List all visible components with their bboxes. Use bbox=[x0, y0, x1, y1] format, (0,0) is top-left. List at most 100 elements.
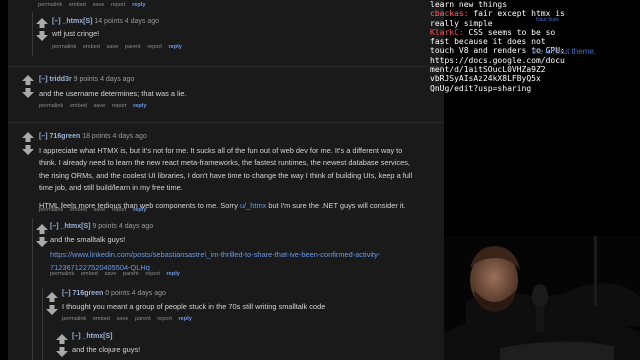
report-link[interactable]: report bbox=[111, 2, 126, 8]
chat-username: cbackas: bbox=[430, 9, 469, 19]
reply-link[interactable]: reply bbox=[169, 44, 182, 50]
downvote-arrow-icon[interactable] bbox=[22, 88, 34, 98]
thread-line bbox=[32, 218, 33, 360]
vote-arrows bbox=[56, 334, 70, 357]
vote-arrows bbox=[22, 132, 36, 155]
downvote-arrow-icon[interactable] bbox=[36, 237, 48, 247]
reply-link[interactable]: reply bbox=[167, 271, 180, 277]
permalink-link[interactable]: permalink bbox=[39, 207, 63, 213]
report-link[interactable]: report bbox=[112, 207, 127, 213]
report-link[interactable]: report bbox=[157, 316, 172, 322]
embed-link[interactable]: embed bbox=[69, 2, 86, 8]
external-link[interactable]: https://www.linkedin.com/posts/sebastian… bbox=[50, 249, 380, 261]
downvote-arrow-icon[interactable] bbox=[22, 145, 34, 155]
embed-link[interactable]: embed bbox=[93, 316, 110, 322]
reply-link[interactable]: reply bbox=[132, 2, 145, 8]
comment-body-line: I appreciate what HTMX is, but it's not … bbox=[39, 146, 403, 155]
chat-line: https://docs.google.com/docu bbox=[430, 55, 565, 65]
chat-line: ment/d/1aitSOucL0VHZa9Z2 bbox=[430, 65, 546, 75]
stream-chat-overlay: learn new things cbackas: fair except ht… bbox=[426, 0, 640, 100]
permalink-link[interactable]: permalink bbox=[39, 103, 63, 109]
chat-line: learn new things bbox=[430, 0, 508, 9]
reply-link[interactable]: reply bbox=[179, 316, 192, 322]
chat-text: CSS seems to be so bbox=[463, 27, 556, 37]
save-link[interactable]: save bbox=[104, 271, 116, 277]
embed-link[interactable]: embed bbox=[70, 103, 87, 109]
save-link[interactable]: save bbox=[92, 2, 104, 8]
report-link[interactable]: report bbox=[145, 271, 160, 277]
downvote-arrow-icon[interactable] bbox=[36, 31, 48, 41]
comment-author[interactable]: [–] _htmx[S] bbox=[72, 333, 112, 340]
comment-author[interactable]: [–] _htmx[S] bbox=[50, 223, 90, 230]
embed-link[interactable]: embed bbox=[83, 44, 100, 50]
user-mention-link[interactable]: u/_htmx bbox=[240, 201, 266, 210]
comment-tagline: [–] _htmx[S] 14 points 4 days ago bbox=[52, 18, 159, 25]
upvote-arrow-icon[interactable] bbox=[22, 75, 34, 85]
upvote-arrow-icon[interactable] bbox=[36, 18, 48, 28]
chat-message: cbackas: fair except htmx is bbox=[426, 9, 640, 18]
downvote-arrow-icon[interactable] bbox=[56, 347, 68, 357]
upvote-arrow-icon[interactable] bbox=[46, 292, 58, 302]
comment-tridd3r: [–] tridd3r 9 points 4 days ago and the … bbox=[8, 66, 444, 109]
comment-author[interactable]: [–] 716green bbox=[62, 290, 103, 297]
save-link[interactable]: save bbox=[106, 44, 118, 50]
reply-link[interactable]: reply bbox=[133, 207, 146, 213]
report-link[interactable]: report bbox=[147, 44, 162, 50]
comment-716green: [–] 716green 18 points 4 days ago I appr… bbox=[8, 122, 444, 213]
upvote-arrow-icon[interactable] bbox=[56, 334, 68, 344]
parent-link[interactable]: parent bbox=[123, 271, 139, 277]
comment-score: 18 points 4 days ago bbox=[82, 133, 147, 140]
comment-body: wtf just cringe! bbox=[52, 29, 100, 38]
downvote-arrow-icon[interactable] bbox=[46, 305, 58, 315]
chat-line: vbRJSyAIsAz24kX8LFByQ5x bbox=[430, 74, 541, 84]
comment-text: but I'm sure the .NET guys will consider… bbox=[266, 200, 406, 210]
comment-actions: permalink embed save parent report reply bbox=[62, 316, 197, 322]
sidebar-link-behind[interactable]: the /r/Naut theme. bbox=[532, 47, 596, 56]
vote-arrows bbox=[36, 18, 50, 41]
comment-tagline: [–] 716green 0 points 4 days ago bbox=[62, 290, 166, 297]
permalink-link[interactable]: permalink bbox=[38, 2, 62, 8]
reply-link[interactable]: reply bbox=[133, 103, 146, 109]
comment-author[interactable]: [–] 716green bbox=[39, 133, 80, 140]
comment-score: 9 points 4 days ago bbox=[92, 223, 154, 230]
comment-author[interactable]: [–] tridd3r bbox=[39, 76, 72, 83]
vote-arrows bbox=[22, 75, 36, 98]
sidebar-text-behind: Naut Style bbox=[536, 17, 560, 23]
comment-score: 14 points 4 days ago bbox=[94, 18, 160, 25]
thread-line bbox=[32, 12, 33, 56]
comment-actions: permalink embed save report reply bbox=[39, 103, 151, 109]
parent-link[interactable]: parent bbox=[125, 44, 141, 50]
permalink-link[interactable]: permalink bbox=[52, 44, 76, 50]
comment-body: and the username determines; that was a … bbox=[39, 89, 187, 98]
comment-thread: permalink embed save report reply [–] _h… bbox=[8, 0, 444, 360]
permalink-link[interactable]: permalink bbox=[62, 316, 86, 322]
comment-actions: permalink embed save parent report reply bbox=[52, 44, 187, 50]
thread-line bbox=[42, 288, 43, 360]
comment-actions: permalink embed save parent report reply bbox=[50, 271, 185, 277]
embed-link[interactable]: embed bbox=[81, 271, 98, 277]
save-link[interactable]: save bbox=[93, 103, 105, 109]
embed-link[interactable]: embed bbox=[70, 207, 87, 213]
upvote-arrow-icon[interactable] bbox=[36, 224, 48, 234]
vote-arrows bbox=[36, 224, 50, 247]
chat-message: KlarkC: CSS seems to be so bbox=[426, 28, 640, 37]
save-link[interactable]: save bbox=[93, 207, 105, 213]
comment-body-line: time job, and still build/learn in my fr… bbox=[39, 183, 183, 193]
save-link[interactable]: save bbox=[116, 316, 128, 322]
comment-tagline: [–] _htmx[S] 9 points 4 days ago bbox=[50, 223, 153, 230]
upvote-arrow-icon[interactable] bbox=[22, 132, 34, 142]
parent-link[interactable]: parent bbox=[135, 316, 151, 322]
chat-username: KlarkC: bbox=[430, 27, 464, 37]
comment-actions: permalink embed save report reply bbox=[39, 207, 151, 213]
comment-body: and the smalltalk guys! https://www.link… bbox=[50, 234, 380, 274]
chat-line: fast because it does not bbox=[430, 37, 546, 47]
comment-body: I thought you meant a group of people st… bbox=[62, 302, 326, 311]
chat-line: really simple bbox=[430, 18, 493, 28]
comment-score: 9 points 4 days ago bbox=[73, 76, 135, 83]
report-link[interactable]: report bbox=[112, 103, 127, 109]
comment-author[interactable]: [–] _htmx[S] bbox=[52, 18, 92, 25]
comment-body: I appreciate what HTMX is, but it's not … bbox=[39, 145, 444, 212]
streamer-image bbox=[444, 236, 640, 360]
permalink-link[interactable]: permalink bbox=[50, 271, 74, 277]
comment-tagline: [–] _htmx[S] bbox=[72, 333, 112, 340]
